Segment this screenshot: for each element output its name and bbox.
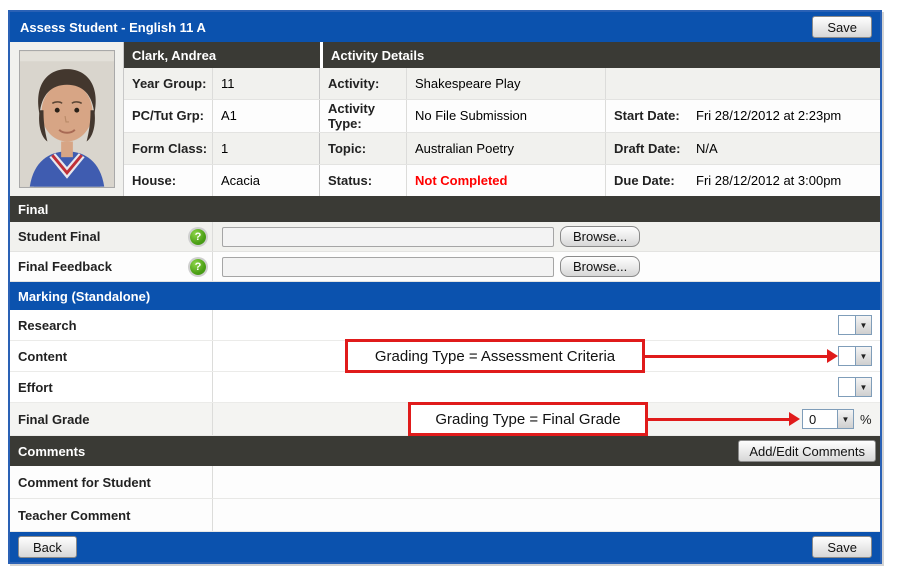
student-final-label: Student Final: [18, 229, 100, 244]
add-edit-comments-button[interactable]: Add/Edit Comments: [738, 440, 876, 462]
form-class-value: 1: [212, 133, 320, 164]
info-row: House: Acacia Status: Not Completed Due …: [124, 165, 880, 196]
effort-select[interactable]: ▼: [838, 377, 872, 397]
activity-label: Activity:: [320, 68, 406, 99]
help-icon[interactable]: ?: [190, 259, 206, 275]
final-feedback-row: Final Feedback ? Browse...: [10, 252, 880, 282]
pc-tut-grp-label: PC/Tut Grp:: [124, 100, 212, 131]
marking-section-header: Marking (Standalone): [10, 282, 880, 310]
comments-header-label: Comments: [18, 444, 85, 459]
comment-for-student-row: Comment for Student: [10, 466, 880, 499]
pc-tut-grp-value: A1: [212, 100, 320, 131]
help-icon[interactable]: ?: [190, 229, 206, 245]
final-feedback-label: Final Feedback: [18, 259, 112, 274]
teacher-comment-row: Teacher Comment: [10, 499, 880, 532]
annotation-assessment-criteria: Grading Type = Assessment Criteria: [345, 339, 645, 373]
student-photo: [10, 42, 124, 196]
research-row: Research ▼: [10, 310, 880, 341]
topic-label: Topic:: [320, 133, 406, 164]
year-group-label: Year Group:: [124, 68, 212, 99]
dropdown-arrow-icon: ▼: [855, 378, 871, 396]
info-headers: Clark, Andrea Activity Details: [124, 42, 880, 68]
annotation-arrow-line: [648, 418, 789, 421]
house-value: Acacia: [212, 165, 320, 196]
final-grade-label: Final Grade: [10, 403, 213, 435]
final-feedback-file-input[interactable]: [222, 257, 554, 277]
start-date-label: Start Date:: [606, 100, 688, 131]
annotation-arrow-line: [645, 355, 827, 358]
draft-date-label: Draft Date:: [606, 133, 688, 164]
house-label: House:: [124, 165, 212, 196]
footer-bar: Back Save: [10, 532, 880, 562]
start-date-value: Fri 28/12/2012 at 2:23pm: [688, 100, 880, 131]
due-date-label: Due Date:: [606, 165, 688, 196]
save-button-bottom[interactable]: Save: [812, 536, 872, 558]
title-bar: Assess Student - English 11 A Save: [10, 12, 880, 42]
content-label: Content: [10, 341, 213, 371]
dropdown-arrow-icon: ▼: [855, 316, 871, 334]
dialog-title: Assess Student - English 11 A: [20, 20, 206, 35]
date-value: [688, 68, 880, 99]
student-name-header: Clark, Andrea: [124, 42, 320, 68]
activity-type-value: No File Submission: [406, 100, 606, 131]
comment-for-student-label: Comment for Student: [10, 466, 213, 498]
student-final-browse-button[interactable]: Browse...: [560, 226, 640, 247]
final-section-header: Final: [10, 196, 880, 222]
status-value: Not Completed: [406, 165, 606, 196]
info-row: PC/Tut Grp: A1 Activity Type: No File Su…: [124, 100, 880, 132]
draft-date-value: N/A: [688, 133, 880, 164]
assess-student-page: Assess Student - English 11 A Save: [0, 0, 900, 578]
student-final-row: Student Final ? Browse...: [10, 222, 880, 252]
activity-details-header: Activity Details: [323, 42, 880, 68]
due-date-value: Fri 28/12/2012 at 3:00pm: [688, 165, 880, 196]
annotation-arrow-head: [827, 349, 838, 363]
topic-value: Australian Poetry: [406, 133, 606, 164]
comments-section-header: Comments Add/Edit Comments: [10, 436, 880, 466]
student-final-file-input[interactable]: [222, 227, 554, 247]
info-row: Year Group: 11 Activity: Shakespeare Pla…: [124, 68, 880, 100]
research-label: Research: [10, 310, 213, 340]
dropdown-arrow-icon: ▼: [837, 410, 853, 428]
info-row: Form Class: 1 Topic: Australian Poetry D…: [124, 133, 880, 165]
info-table: Clark, Andrea Activity Details Year Grou…: [124, 42, 880, 196]
dropdown-arrow-icon: ▼: [855, 347, 871, 365]
year-group-value: 11: [212, 68, 320, 99]
final-feedback-browse-button[interactable]: Browse...: [560, 256, 640, 277]
teacher-comment-label: Teacher Comment: [10, 499, 213, 531]
effort-row: Effort ▼: [10, 372, 880, 403]
student-photo-image: [19, 50, 115, 188]
annotation-final-grade: Grading Type = Final Grade: [408, 402, 648, 436]
activity-value: Shakespeare Play: [406, 68, 606, 99]
final-grade-value: 0: [803, 412, 837, 427]
final-grade-select[interactable]: 0 ▼: [802, 409, 854, 429]
effort-label: Effort: [10, 372, 213, 402]
content-select[interactable]: ▼: [838, 346, 872, 366]
research-select[interactable]: ▼: [838, 315, 872, 335]
date-label: [606, 68, 688, 99]
percent-sign: %: [860, 412, 872, 427]
annotation-arrow-head: [789, 412, 800, 426]
back-button[interactable]: Back: [18, 536, 77, 558]
save-button-top[interactable]: Save: [812, 16, 872, 38]
assess-student-dialog: Assess Student - English 11 A Save: [8, 10, 882, 564]
form-class-label: Form Class:: [124, 133, 212, 164]
status-label: Status:: [320, 165, 406, 196]
activity-type-label: Activity Type:: [320, 100, 406, 131]
student-activity-panel: Clark, Andrea Activity Details Year Grou…: [10, 42, 880, 196]
